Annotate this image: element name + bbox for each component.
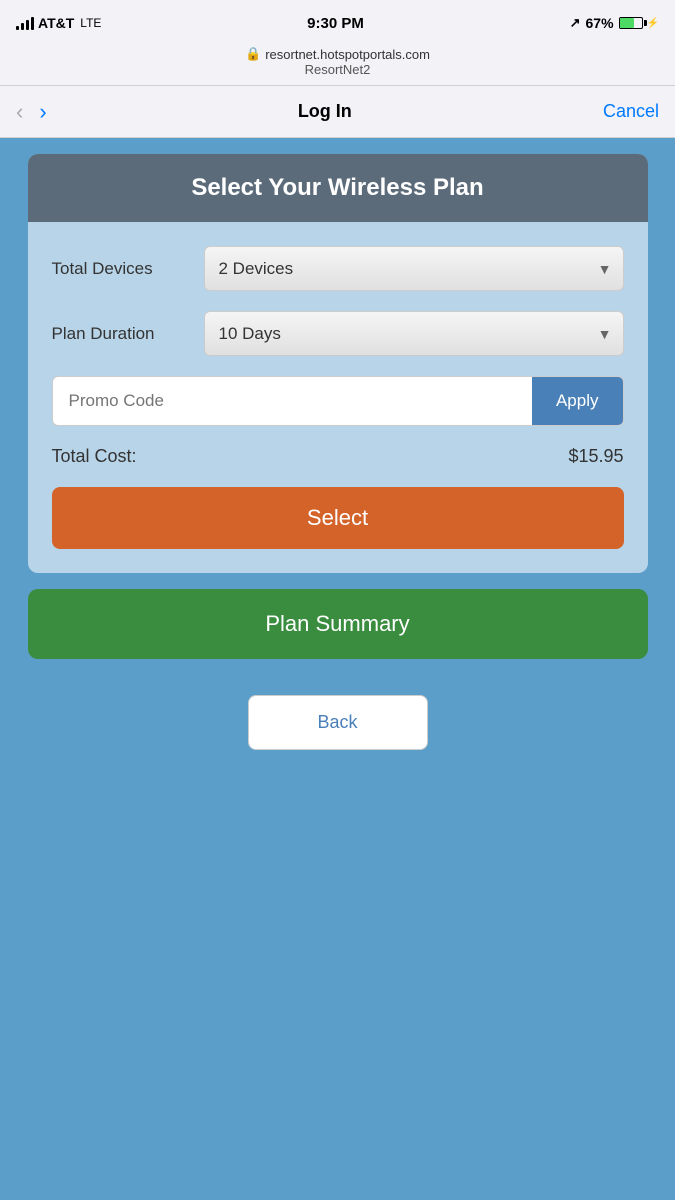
total-devices-row: Total Devices 1 Device 2 Devices 3 Devic… bbox=[52, 246, 624, 291]
main-content: Select Your Wireless Plan Total Devices … bbox=[0, 138, 675, 1200]
network-type-label: LTE bbox=[80, 16, 101, 30]
plan-duration-select-wrapper: 1 Day 3 Days 5 Days 7 Days 10 Days 14 Da… bbox=[204, 311, 624, 356]
select-button[interactable]: Select bbox=[52, 487, 624, 549]
total-cost-label: Total Cost: bbox=[52, 446, 137, 467]
status-bar: AT&T LTE 9:30 PM ↗ 67% ⚡ bbox=[0, 0, 675, 42]
bottom-area: Plan Summary Back bbox=[28, 589, 648, 750]
promo-code-input[interactable] bbox=[53, 377, 532, 425]
status-left: AT&T LTE bbox=[16, 15, 101, 31]
apply-button[interactable]: Apply bbox=[532, 377, 623, 425]
back-arrow-button[interactable]: ‹ bbox=[16, 101, 23, 123]
total-cost-row: Total Cost: $15.95 bbox=[52, 446, 624, 467]
cancel-button[interactable]: Cancel bbox=[603, 101, 659, 122]
status-time: 9:30 PM bbox=[307, 15, 364, 32]
plan-duration-select[interactable]: 1 Day 3 Days 5 Days 7 Days 10 Days 14 Da… bbox=[204, 311, 624, 356]
total-cost-value: $15.95 bbox=[568, 446, 623, 467]
plan-duration-row: Plan Duration 1 Day 3 Days 5 Days 7 Days… bbox=[52, 311, 624, 356]
card-header-title: Select Your Wireless Plan bbox=[191, 174, 483, 201]
plan-duration-label: Plan Duration bbox=[52, 324, 192, 344]
forward-arrow-button[interactable]: › bbox=[39, 101, 46, 123]
location-icon: ↗ bbox=[570, 15, 581, 31]
card-body: Total Devices 1 Device 2 Devices 3 Devic… bbox=[28, 222, 648, 573]
card-header: Select Your Wireless Plan bbox=[28, 154, 648, 222]
lock-icon: 🔒 bbox=[245, 46, 261, 62]
nav-bar: ‹ › Log In Cancel bbox=[0, 86, 675, 138]
carrier-label: AT&T bbox=[38, 15, 74, 31]
promo-code-row: Apply bbox=[52, 376, 624, 426]
signal-bars-icon bbox=[16, 16, 34, 30]
page-title: Log In bbox=[298, 101, 352, 122]
nav-arrows: ‹ › bbox=[16, 101, 47, 123]
url-text: resortnet.hotspotportals.com bbox=[265, 47, 430, 62]
total-devices-label: Total Devices bbox=[52, 259, 192, 279]
battery-percent-label: 67% bbox=[586, 15, 614, 31]
charging-icon: ⚡ bbox=[647, 18, 659, 29]
plan-card: Select Your Wireless Plan Total Devices … bbox=[28, 154, 648, 573]
url-bar: 🔒 resortnet.hotspotportals.com ResortNet… bbox=[0, 42, 675, 86]
battery-icon: ⚡ bbox=[619, 17, 659, 29]
status-right: ↗ 67% ⚡ bbox=[570, 15, 659, 31]
site-name: ResortNet2 bbox=[16, 62, 659, 77]
plan-summary-button[interactable]: Plan Summary bbox=[28, 589, 648, 659]
url-display: 🔒 resortnet.hotspotportals.com bbox=[16, 46, 659, 62]
back-button[interactable]: Back bbox=[248, 695, 428, 750]
total-devices-select[interactable]: 1 Device 2 Devices 3 Devices 4 Devices 5… bbox=[204, 246, 624, 291]
total-devices-select-wrapper: 1 Device 2 Devices 3 Devices 4 Devices 5… bbox=[204, 246, 624, 291]
